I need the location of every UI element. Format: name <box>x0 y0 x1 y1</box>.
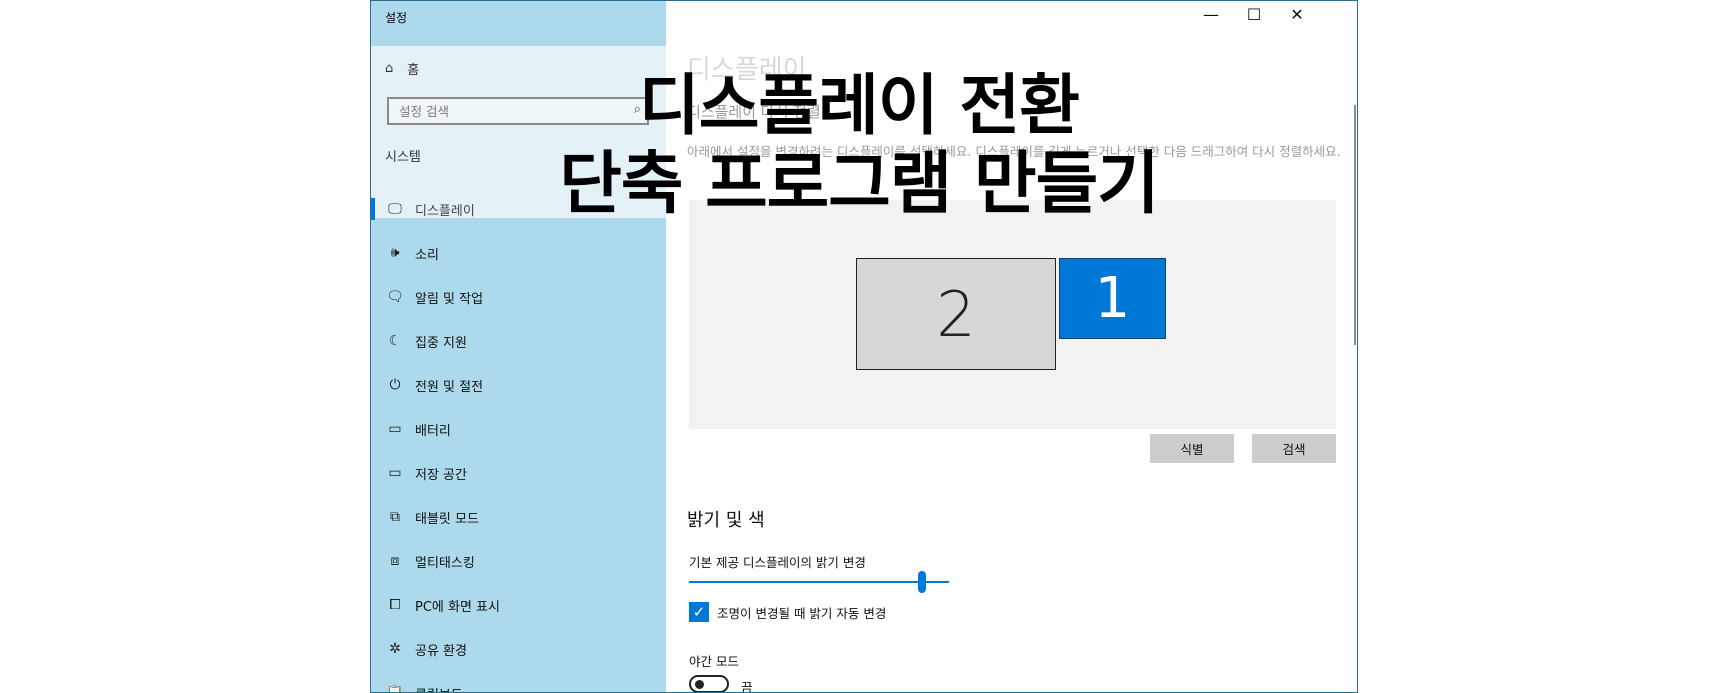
identify-button[interactable]: 식별 <box>1150 434 1234 463</box>
sidebar-item-label: 알림 및 작업 <box>415 291 484 307</box>
display-arrangement-area: 2 1 <box>689 200 1336 429</box>
night-mode-state: 끔 <box>741 680 753 693</box>
sidebar-item-power[interactable]: ⏻ 전원 및 절전 <box>371 365 666 405</box>
overlay-title-line2: 단축 프로그램 만들기 <box>559 145 1159 224</box>
sidebar-item-label: 전원 및 절전 <box>415 379 484 395</box>
night-mode-label: 야간 모드 <box>689 654 739 669</box>
moon-icon: ☾ <box>388 333 402 349</box>
share-icon: ✲ <box>389 641 401 657</box>
auto-brightness-checkbox[interactable]: ✓ <box>689 602 709 622</box>
sidebar-item-storage[interactable]: ▭ 저장 공간 <box>371 453 666 493</box>
toggle-knob <box>695 680 704 689</box>
brightness-slider[interactable] <box>689 581 949 583</box>
storage-icon: ▭ <box>388 465 402 481</box>
sidebar-item-label: 소리 <box>415 247 439 263</box>
speaker-icon: 🕪 <box>390 245 400 261</box>
power-icon: ⏻ <box>389 377 401 393</box>
monitor-1[interactable]: 1 <box>1059 258 1166 339</box>
sidebar-item-label: 저장 공간 <box>415 467 467 483</box>
sidebar-item-label: 배터리 <box>415 423 451 439</box>
tablet-icon: ⧉ <box>390 509 400 525</box>
clipboard-icon: 📋 <box>386 685 404 693</box>
app-title: 설정 <box>385 11 408 25</box>
sidebar-item-multitasking[interactable]: ⧈ 멀티태스킹 <box>371 541 666 581</box>
sidebar-item-tablet-mode[interactable]: ⧉ 태블릿 모드 <box>371 497 666 537</box>
detect-button[interactable]: 검색 <box>1252 434 1336 463</box>
sidebar-item-label: 클립보드 <box>415 684 463 693</box>
night-mode-toggle[interactable] <box>689 675 729 692</box>
brightness-label: 기본 제공 디스플레이의 밝기 변경 <box>689 555 866 570</box>
sidebar-item-label: 태블릿 모드 <box>415 511 479 527</box>
sidebar-item-label: 집중 지원 <box>415 335 467 351</box>
auto-brightness-label: 조명이 변경될 때 밝기 자동 변경 <box>717 606 887 621</box>
sidebar-item-clipboard[interactable]: 📋 클립보드 <box>371 673 666 693</box>
maximize-button[interactable]: ☐ <box>1234 5 1274 24</box>
sidebar-item-label: 공유 환경 <box>415 643 467 659</box>
title-bar-left <box>371 1 666 46</box>
multitask-icon: ⧈ <box>390 553 400 569</box>
brightness-heading: 밝기 및 색 <box>687 510 765 531</box>
close-button[interactable]: ✕ <box>1277 5 1317 24</box>
sidebar-item-shared-experiences[interactable]: ✲ 공유 환경 <box>371 629 666 669</box>
sidebar-item-notifications[interactable]: 🗨 알림 및 작업 <box>371 277 666 317</box>
sidebar-item-label: PC에 화면 표시 <box>415 599 500 615</box>
sidebar-item-sound[interactable]: 🕪 소리 <box>371 233 666 273</box>
sidebar-item-label: 멀티태스킹 <box>415 555 475 571</box>
monitor-2[interactable]: 2 <box>856 258 1056 370</box>
battery-icon: ▭ <box>388 421 402 437</box>
sidebar-item-project[interactable]: ⧠ PC에 화면 표시 <box>371 585 666 625</box>
sidebar-item-battery[interactable]: ▭ 배터리 <box>371 409 666 449</box>
sidebar-item-focus-assist[interactable]: ☾ 집중 지원 <box>371 321 666 361</box>
notification-icon: 🗨 <box>386 289 404 305</box>
brightness-slider-fill <box>689 581 949 583</box>
minimize-button[interactable]: — <box>1191 5 1231 24</box>
project-icon: ⧠ <box>389 597 401 613</box>
brightness-slider-thumb[interactable] <box>918 571 926 593</box>
